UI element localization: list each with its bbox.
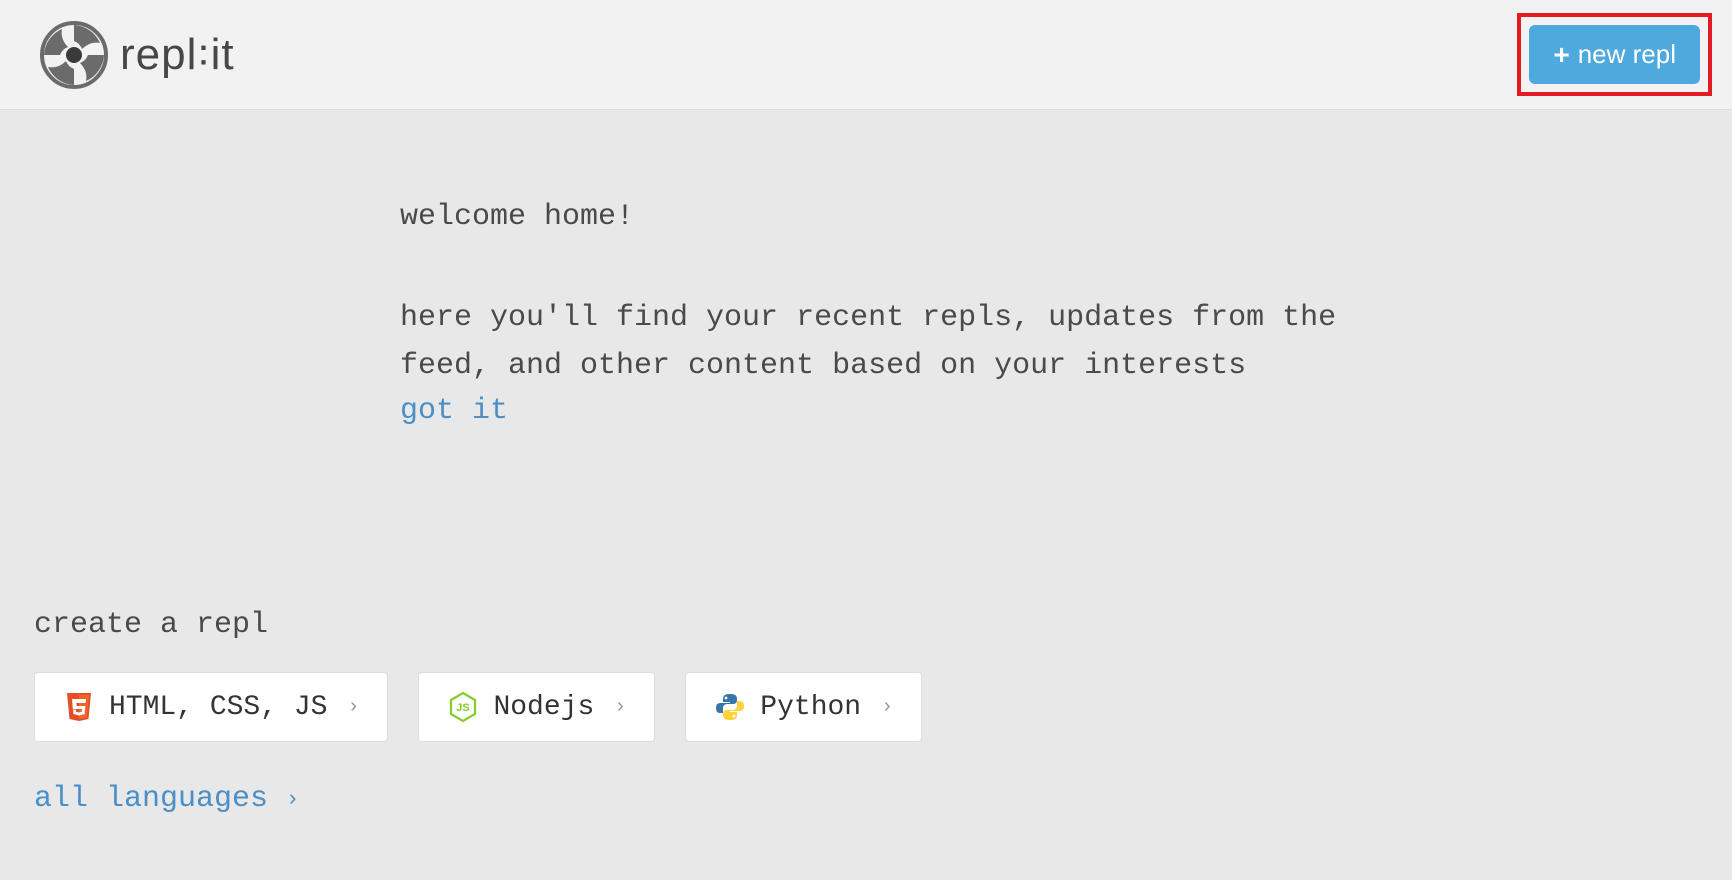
plus-icon: +: [1553, 41, 1569, 69]
new-repl-button[interactable]: + new repl: [1529, 25, 1700, 84]
main-content: welcome home! here you'll find your rece…: [0, 110, 1732, 816]
chevron-right-icon: ›: [286, 787, 299, 812]
new-repl-highlight: + new repl: [1517, 13, 1712, 96]
dismiss-link[interactable]: got it: [400, 394, 508, 428]
all-languages-link[interactable]: all languages ›: [34, 782, 1732, 816]
header: repl꞉it + new repl: [0, 0, 1732, 110]
lang-card-nodejs[interactable]: JS Nodejs ›: [418, 672, 655, 742]
welcome-title: welcome home!: [400, 200, 1400, 234]
welcome-section: welcome home! here you'll find your rece…: [0, 200, 1400, 428]
lang-label: Python: [760, 692, 861, 723]
all-languages-label: all languages: [34, 782, 268, 816]
python-icon: [714, 691, 746, 723]
nodejs-icon: JS: [447, 691, 479, 723]
lang-label: HTML, CSS, JS: [109, 692, 327, 723]
logo[interactable]: repl꞉it: [40, 21, 235, 89]
new-repl-label: new repl: [1578, 39, 1676, 70]
chevron-right-icon: ›: [347, 696, 359, 719]
svg-text:JS: JS: [457, 702, 470, 714]
create-heading: create a repl: [34, 608, 1732, 642]
create-repl-section: create a repl HTML, CSS, JS ›: [0, 608, 1732, 816]
language-cards: HTML, CSS, JS › JS Nodejs ›: [34, 672, 1732, 742]
html5-icon: [63, 691, 95, 723]
replit-logo-icon: [40, 21, 108, 89]
lang-label: Nodejs: [493, 692, 594, 723]
chevron-right-icon: ›: [881, 696, 893, 719]
lang-card-python[interactable]: Python ›: [685, 672, 922, 742]
lang-card-html[interactable]: HTML, CSS, JS ›: [34, 672, 388, 742]
chevron-right-icon: ›: [614, 696, 626, 719]
logo-text: repl꞉it: [120, 30, 235, 80]
welcome-description: here you'll find your recent repls, upda…: [400, 294, 1400, 390]
